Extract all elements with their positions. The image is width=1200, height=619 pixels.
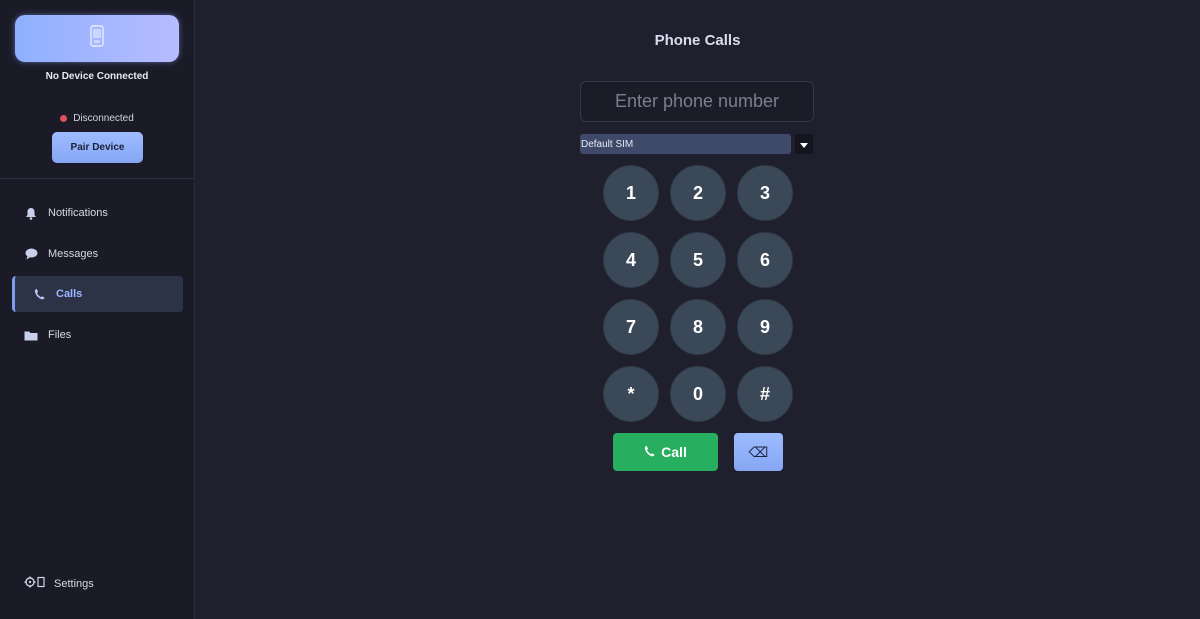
backspace-icon: ⌫ (748, 443, 769, 460)
mobile-phone-icon (90, 25, 104, 52)
sidebar-item-calls[interactable]: Calls (12, 276, 183, 312)
status-text: Disconnected (73, 113, 134, 124)
phone-icon (32, 287, 46, 301)
keypad-key-star[interactable]: * (603, 366, 659, 422)
chat-bubble-icon (24, 247, 38, 261)
sidebar-item-label: Calls (56, 288, 83, 300)
sidebar: No Device Connected Disconnected Pair De… (0, 0, 195, 619)
sidebar-item-files[interactable]: Files (12, 317, 183, 353)
connection-status: Disconnected (0, 113, 194, 124)
keypad-key-3[interactable]: 3 (737, 165, 793, 221)
pair-device-button[interactable]: Pair Device (52, 132, 143, 163)
call-button-label: Call (661, 444, 687, 460)
keypad-key-hash[interactable]: # (737, 366, 793, 422)
phone-icon (644, 444, 655, 460)
page-title: Phone Calls (654, 32, 741, 49)
sidebar-item-label: Notifications (48, 207, 108, 219)
sidebar-item-label: Messages (48, 248, 99, 260)
sidebar-item-notifications[interactable]: Notifications (12, 195, 183, 231)
settings-link[interactable]: Settings (24, 576, 94, 591)
sidebar-divider (0, 178, 194, 179)
status-dot-icon (60, 115, 68, 122)
keypad-key-8[interactable]: 8 (670, 299, 726, 355)
bell-icon (24, 206, 38, 220)
keypad-key-9[interactable]: 9 (737, 299, 793, 355)
call-button[interactable]: Call (613, 433, 718, 471)
sim-select-value: Default SIM (581, 138, 634, 150)
settings-icon (24, 576, 46, 591)
phone-number-input[interactable] (580, 81, 814, 122)
backspace-button[interactable]: ⌫ (734, 433, 783, 471)
sim-select[interactable]: Default SIM (580, 134, 791, 154)
caret-down-icon (800, 135, 808, 153)
keypad-key-1[interactable]: 1 (603, 165, 659, 221)
keypad-key-0[interactable]: 0 (670, 366, 726, 422)
keypad-key-6[interactable]: 6 (737, 232, 793, 288)
main-content: Phone Calls Default SIM 1 2 3 4 5 6 7 8 … (195, 0, 1200, 619)
sidebar-item-messages[interactable]: Messages (12, 236, 183, 272)
keypad-key-2[interactable]: 2 (670, 165, 726, 221)
sidebar-item-label: Files (48, 329, 72, 341)
sim-dropdown-toggle[interactable] (795, 134, 813, 154)
keypad-key-7[interactable]: 7 (603, 299, 659, 355)
device-card[interactable] (15, 15, 179, 62)
settings-label: Settings (54, 577, 94, 590)
keypad-key-5[interactable]: 5 (670, 232, 726, 288)
device-name: No Device Connected (45, 71, 149, 82)
keypad-key-4[interactable]: 4 (603, 232, 659, 288)
folder-icon (24, 328, 38, 342)
